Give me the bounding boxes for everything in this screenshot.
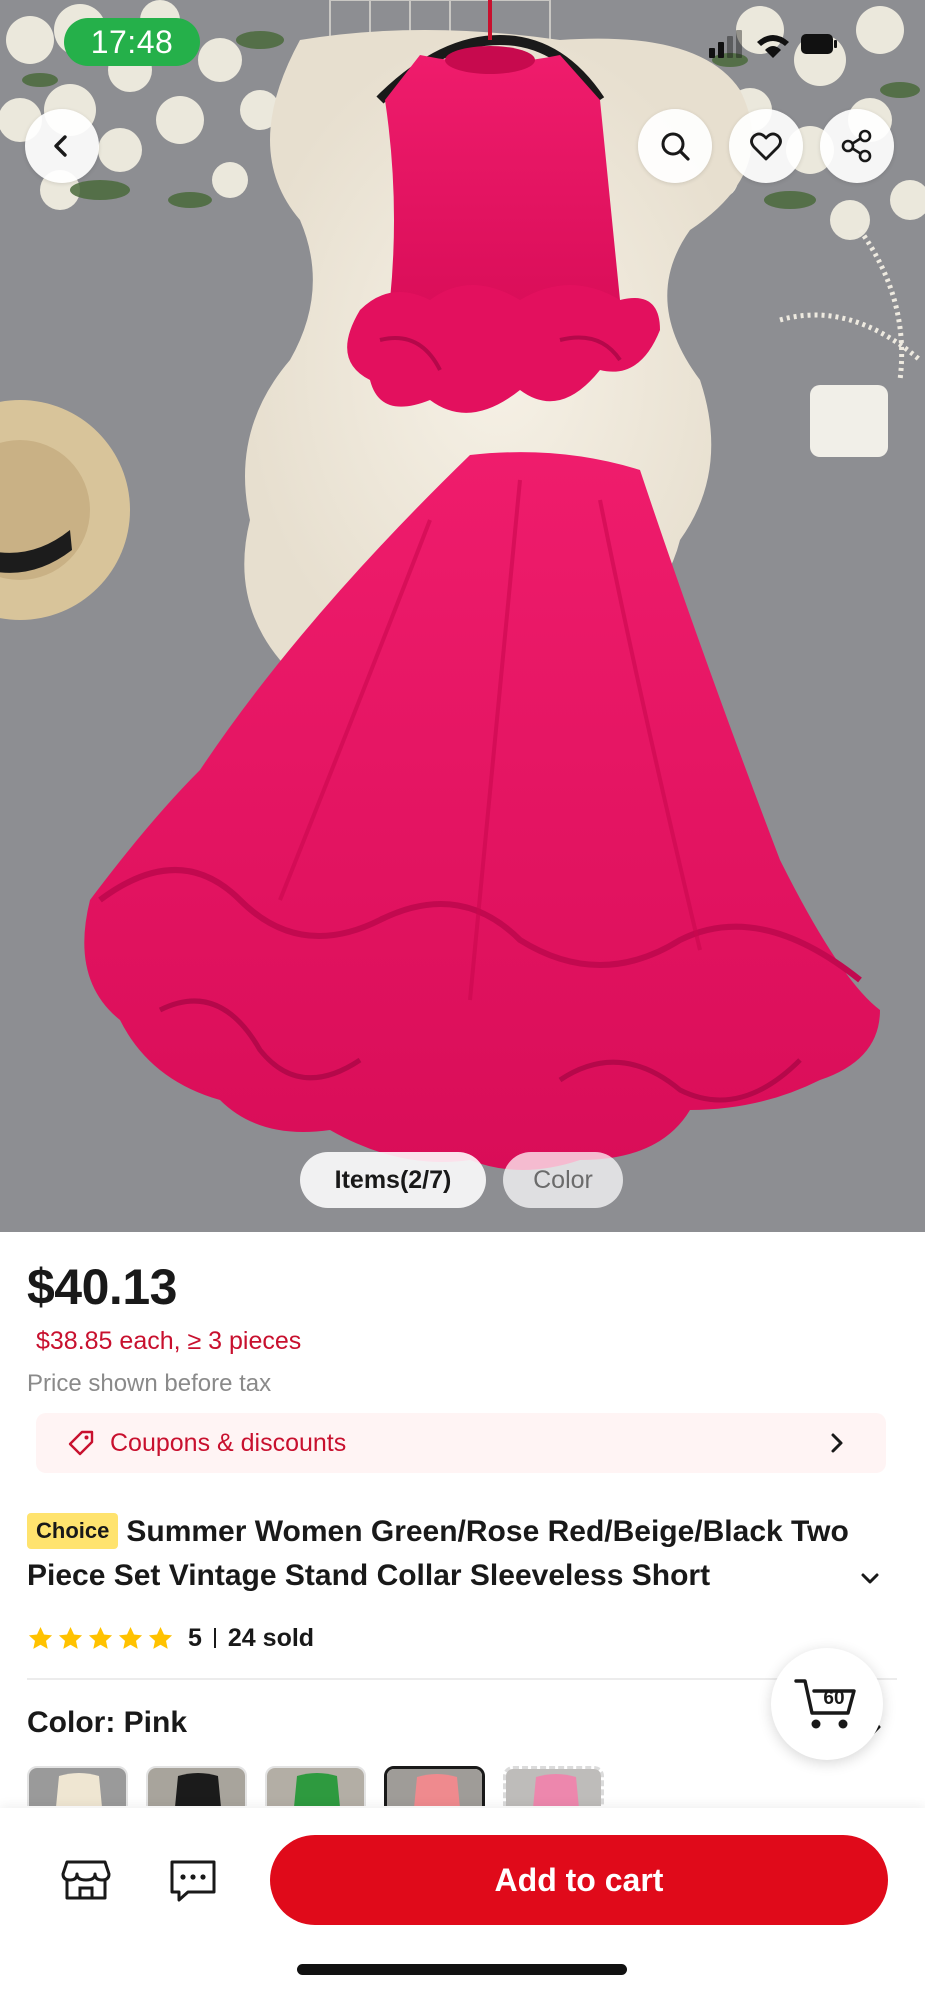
star-icon	[58, 1626, 83, 1649]
rating-stars	[27, 1625, 174, 1652]
star-icon	[148, 1626, 173, 1649]
coupons-discounts-row[interactable]: Coupons & discounts	[36, 1413, 886, 1473]
tab-color[interactable]: Color	[503, 1152, 623, 1208]
color-swatches	[27, 1766, 604, 1806]
back-button[interactable]	[25, 109, 99, 183]
product-title-text: Summer Women Green/Rose Red/Beige/Black …	[27, 1515, 849, 1592]
share-button[interactable]	[820, 109, 894, 183]
tag-icon	[68, 1430, 94, 1456]
product-title[interactable]: Choice Summer Women Green/Rose Red/Beige/…	[27, 1510, 857, 1598]
divider	[27, 1678, 897, 1680]
color-label: Color: Pink	[27, 1706, 188, 1739]
add-to-cart-button[interactable]: Add to cart	[270, 1835, 888, 1925]
tab-items[interactable]: Items(2/7)	[300, 1152, 486, 1208]
product-image-gallery[interactable]: 17:48 Items(2/7) Color	[0, 0, 925, 1232]
swatch-pink[interactable]	[384, 1766, 485, 1806]
status-time: 17:48	[64, 18, 200, 66]
product-price: $40.13	[27, 1259, 177, 1315]
chat-icon[interactable]	[166, 1852, 220, 1906]
chevron-left-icon	[54, 135, 67, 157]
rating-row[interactable]: 5 24 sold	[27, 1620, 314, 1656]
star-icon	[118, 1626, 143, 1649]
wishlist-button[interactable]	[729, 109, 803, 183]
bulk-price: $38.85 each, ≥ 3 pieces	[36, 1327, 302, 1355]
search-button[interactable]	[638, 109, 712, 183]
swatch-green[interactable]	[265, 1766, 366, 1806]
cart-icon: 60	[794, 1679, 856, 1729]
rating-value: 5	[188, 1623, 202, 1652]
share-icon	[841, 129, 872, 163]
product-photo	[0, 0, 925, 1232]
choice-badge: Choice	[27, 1513, 119, 1549]
heart-icon	[750, 132, 782, 161]
chevron-right-icon	[831, 1433, 843, 1453]
swatch-beige[interactable]	[27, 1766, 128, 1806]
cart-count: 60	[823, 1688, 844, 1709]
status-icons	[709, 30, 837, 58]
swatch-rose-red[interactable]	[503, 1766, 604, 1806]
rating-separator	[213, 1628, 216, 1648]
star-icon	[28, 1626, 53, 1649]
coupons-label: Coupons & discounts	[110, 1428, 347, 1457]
star-icon	[88, 1626, 113, 1649]
store-icon[interactable]	[59, 1852, 113, 1906]
sold-count: 24 sold	[227, 1623, 315, 1652]
chevron-down-icon[interactable]	[855, 1564, 885, 1594]
cart-button[interactable]: 60	[771, 1648, 883, 1760]
swatch-black[interactable]	[146, 1766, 247, 1806]
search-icon	[661, 132, 690, 161]
tax-note: Price shown before tax	[27, 1370, 272, 1397]
home-indicator	[297, 1964, 627, 1975]
